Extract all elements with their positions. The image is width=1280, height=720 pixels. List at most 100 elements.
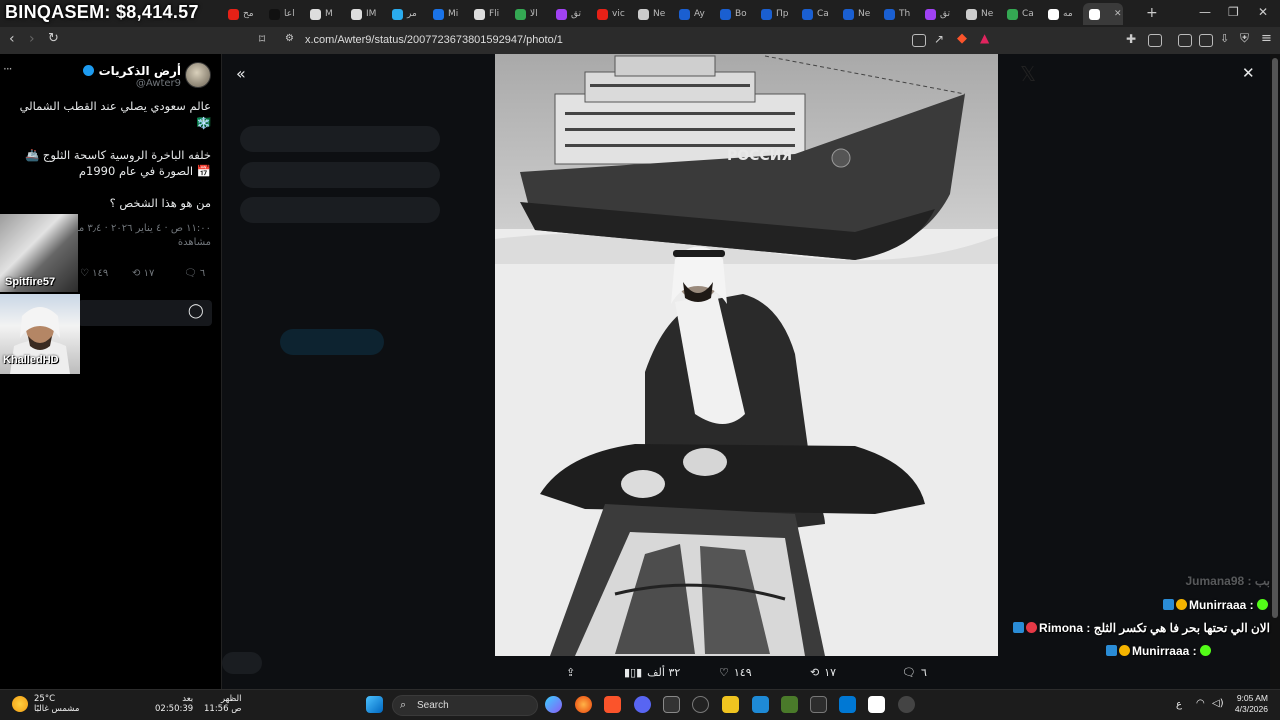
windows-taskbar: 25°C مشمس غالبًا بعد 02:50:39 الظهر 11:56 ص… xyxy=(0,689,1280,720)
browser-tab[interactable]: Fli xyxy=(468,3,509,25)
browser-tab[interactable]: Пр xyxy=(755,3,796,25)
language-indicator[interactable]: ع xyxy=(1176,699,1182,710)
sun-icon xyxy=(12,696,28,712)
sidebar-toggle-icon[interactable] xyxy=(1178,34,1192,47)
back-icon[interactable]: ‹ xyxy=(9,31,15,47)
like-photo-action[interactable]: ♡ ١٤٩ xyxy=(719,666,752,679)
volume-icon[interactable]: ◁) xyxy=(1212,698,1224,709)
browser-tab[interactable]: Bo xyxy=(714,3,755,25)
wallet-icon[interactable] xyxy=(1199,34,1213,47)
share-icon[interactable]: ↗ xyxy=(934,32,944,46)
scrollbar-thumb[interactable] xyxy=(1272,58,1278,618)
kick-badge-icon xyxy=(1162,599,1174,610)
rewards-icon[interactable]: ▲ xyxy=(980,31,989,45)
browser-tab[interactable]: مر xyxy=(386,3,427,25)
discord-icon[interactable] xyxy=(634,696,651,713)
clock-widget-2: الظهر 11:56 ص xyxy=(204,694,242,714)
browser-tab[interactable]: مح xyxy=(222,3,263,25)
browser-tab[interactable]: Ne xyxy=(632,3,673,25)
reply-action[interactable]: 🗨 ٦ xyxy=(184,268,205,279)
browser-tab[interactable]: مه xyxy=(1042,3,1083,25)
weather-widget[interactable]: 25°C مشمس غالبًا xyxy=(12,694,79,714)
download-icon[interactable]: ⇩ xyxy=(1220,32,1229,45)
browser-tab[interactable]: M xyxy=(304,3,345,25)
tab-label: Ne xyxy=(858,9,871,19)
browser-tab[interactable]: تق xyxy=(550,3,591,25)
browser-tab[interactable]: IM xyxy=(345,3,386,25)
reply-photo-action[interactable]: 🗨 ٦ xyxy=(902,666,927,679)
vscode-icon[interactable] xyxy=(839,696,856,713)
restore-icon[interactable]: ❐ xyxy=(1228,5,1239,19)
author-handle[interactable]: @Awter9 xyxy=(136,78,181,89)
app-icon[interactable] xyxy=(810,696,827,713)
bing-icon xyxy=(761,8,772,20)
recorder-icon[interactable] xyxy=(898,696,915,713)
steam-icon[interactable] xyxy=(692,696,709,713)
tab-label: Mi xyxy=(448,9,459,19)
author-name[interactable]: أرض الذكريات xyxy=(80,64,181,78)
analytics-icon: ▮▯▮ xyxy=(624,666,643,679)
telegram-icon[interactable] xyxy=(752,696,769,713)
start-icon[interactable] xyxy=(366,696,383,713)
tab-search-icon[interactable] xyxy=(1148,34,1162,47)
more-options-icon[interactable]: ··· xyxy=(3,62,13,76)
author-avatar[interactable] xyxy=(185,62,211,88)
browser-tab[interactable]: Mi xyxy=(427,3,468,25)
close-viewer-icon[interactable]: ✕ xyxy=(1242,64,1255,82)
game-icon[interactable] xyxy=(781,696,798,713)
file-explorer-icon[interactable] xyxy=(722,696,739,713)
retweet-photo-action[interactable]: ⟲ ١٧ xyxy=(810,666,836,679)
emote-icon xyxy=(1257,599,1268,610)
brave-icon[interactable] xyxy=(604,696,621,713)
vpn-icon[interactable]: ⛨ xyxy=(1240,31,1249,46)
browser-tab[interactable]: اعا xyxy=(263,3,304,25)
chat-message-2: Munirraaa : xyxy=(1162,598,1270,612)
browser-tab[interactable]: ✕ xyxy=(1083,3,1123,25)
obs-icon[interactable] xyxy=(663,696,680,713)
close-window-icon[interactable]: ✕ xyxy=(1258,5,1268,19)
browser-tab[interactable]: vic xyxy=(591,3,632,25)
chat-message-4: Munirraaa : xyxy=(1105,644,1213,658)
url-field[interactable]: x.com/Awter9/status/2007723673801592947/… xyxy=(305,34,563,46)
system-tray[interactable]: 9:05 AM 4/3/2026 xyxy=(1235,693,1268,715)
tab-label: مح xyxy=(243,9,254,19)
chatgpt-icon xyxy=(310,8,321,20)
tweet-timestamp[interactable]: ١١:٠٠ ص · ٤ يناير ٢٠٢٦ · ٣٫٤ مرات xyxy=(61,222,211,236)
sub-badge-icon xyxy=(1118,645,1130,656)
share-action[interactable]: ⇪ xyxy=(566,666,575,679)
browser-tab[interactable]: تق xyxy=(919,3,960,25)
browser-tab[interactable]: Ca xyxy=(1001,3,1042,25)
like-action[interactable]: ♡ ١٤٩ xyxy=(80,268,108,279)
notion-icon[interactable] xyxy=(868,696,885,713)
browser-tab[interactable]: Ne xyxy=(837,3,878,25)
browser-tab[interactable]: الا xyxy=(509,3,550,25)
firefox-icon[interactable] xyxy=(575,696,592,713)
views-action[interactable]: ▮▯▮ ٣٢ ألف xyxy=(624,666,680,679)
site-info-icon[interactable]: ⚙ xyxy=(285,33,294,44)
browser-tab[interactable]: Ne xyxy=(960,3,1001,25)
verified-badge-icon xyxy=(83,65,95,76)
tweet-photo[interactable]: РОССИЯ xyxy=(495,54,998,656)
copilot-icon[interactable] xyxy=(545,696,562,713)
new-tab-button[interactable]: + xyxy=(1146,5,1158,21)
bookmark-icon[interactable]: ⌑ xyxy=(259,32,265,46)
tab-label: Ca xyxy=(817,9,829,19)
forward-icon[interactable]: › xyxy=(29,31,35,47)
page-scrollbar[interactable] xyxy=(1270,54,1280,689)
browser-tab[interactable]: Ca xyxy=(796,3,837,25)
taskbar-search[interactable]: Search xyxy=(392,695,538,716)
brave-shield-icon[interactable]: ◆ xyxy=(957,31,967,46)
wifi-icon[interactable]: ◠ xyxy=(1196,698,1205,709)
browser-tab[interactable]: Th xyxy=(878,3,919,25)
close-tab-icon[interactable]: ✕ xyxy=(1114,9,1122,19)
browser-tab[interactable]: Ay xyxy=(673,3,714,25)
cast-icon[interactable] xyxy=(912,34,926,47)
extensions-icon[interactable]: ✚ xyxy=(1126,32,1136,46)
collapse-panel-icon[interactable]: « xyxy=(236,64,246,83)
retweet-action[interactable]: ⟲ ١٧ xyxy=(132,268,154,279)
pen-icon xyxy=(556,8,567,20)
menu-icon[interactable]: ≡ xyxy=(1261,31,1272,46)
reload-icon[interactable]: ↻ xyxy=(48,31,59,46)
reply-bubble-icon[interactable]: ◯ xyxy=(188,303,204,319)
minimize-icon[interactable]: — xyxy=(1199,5,1211,19)
